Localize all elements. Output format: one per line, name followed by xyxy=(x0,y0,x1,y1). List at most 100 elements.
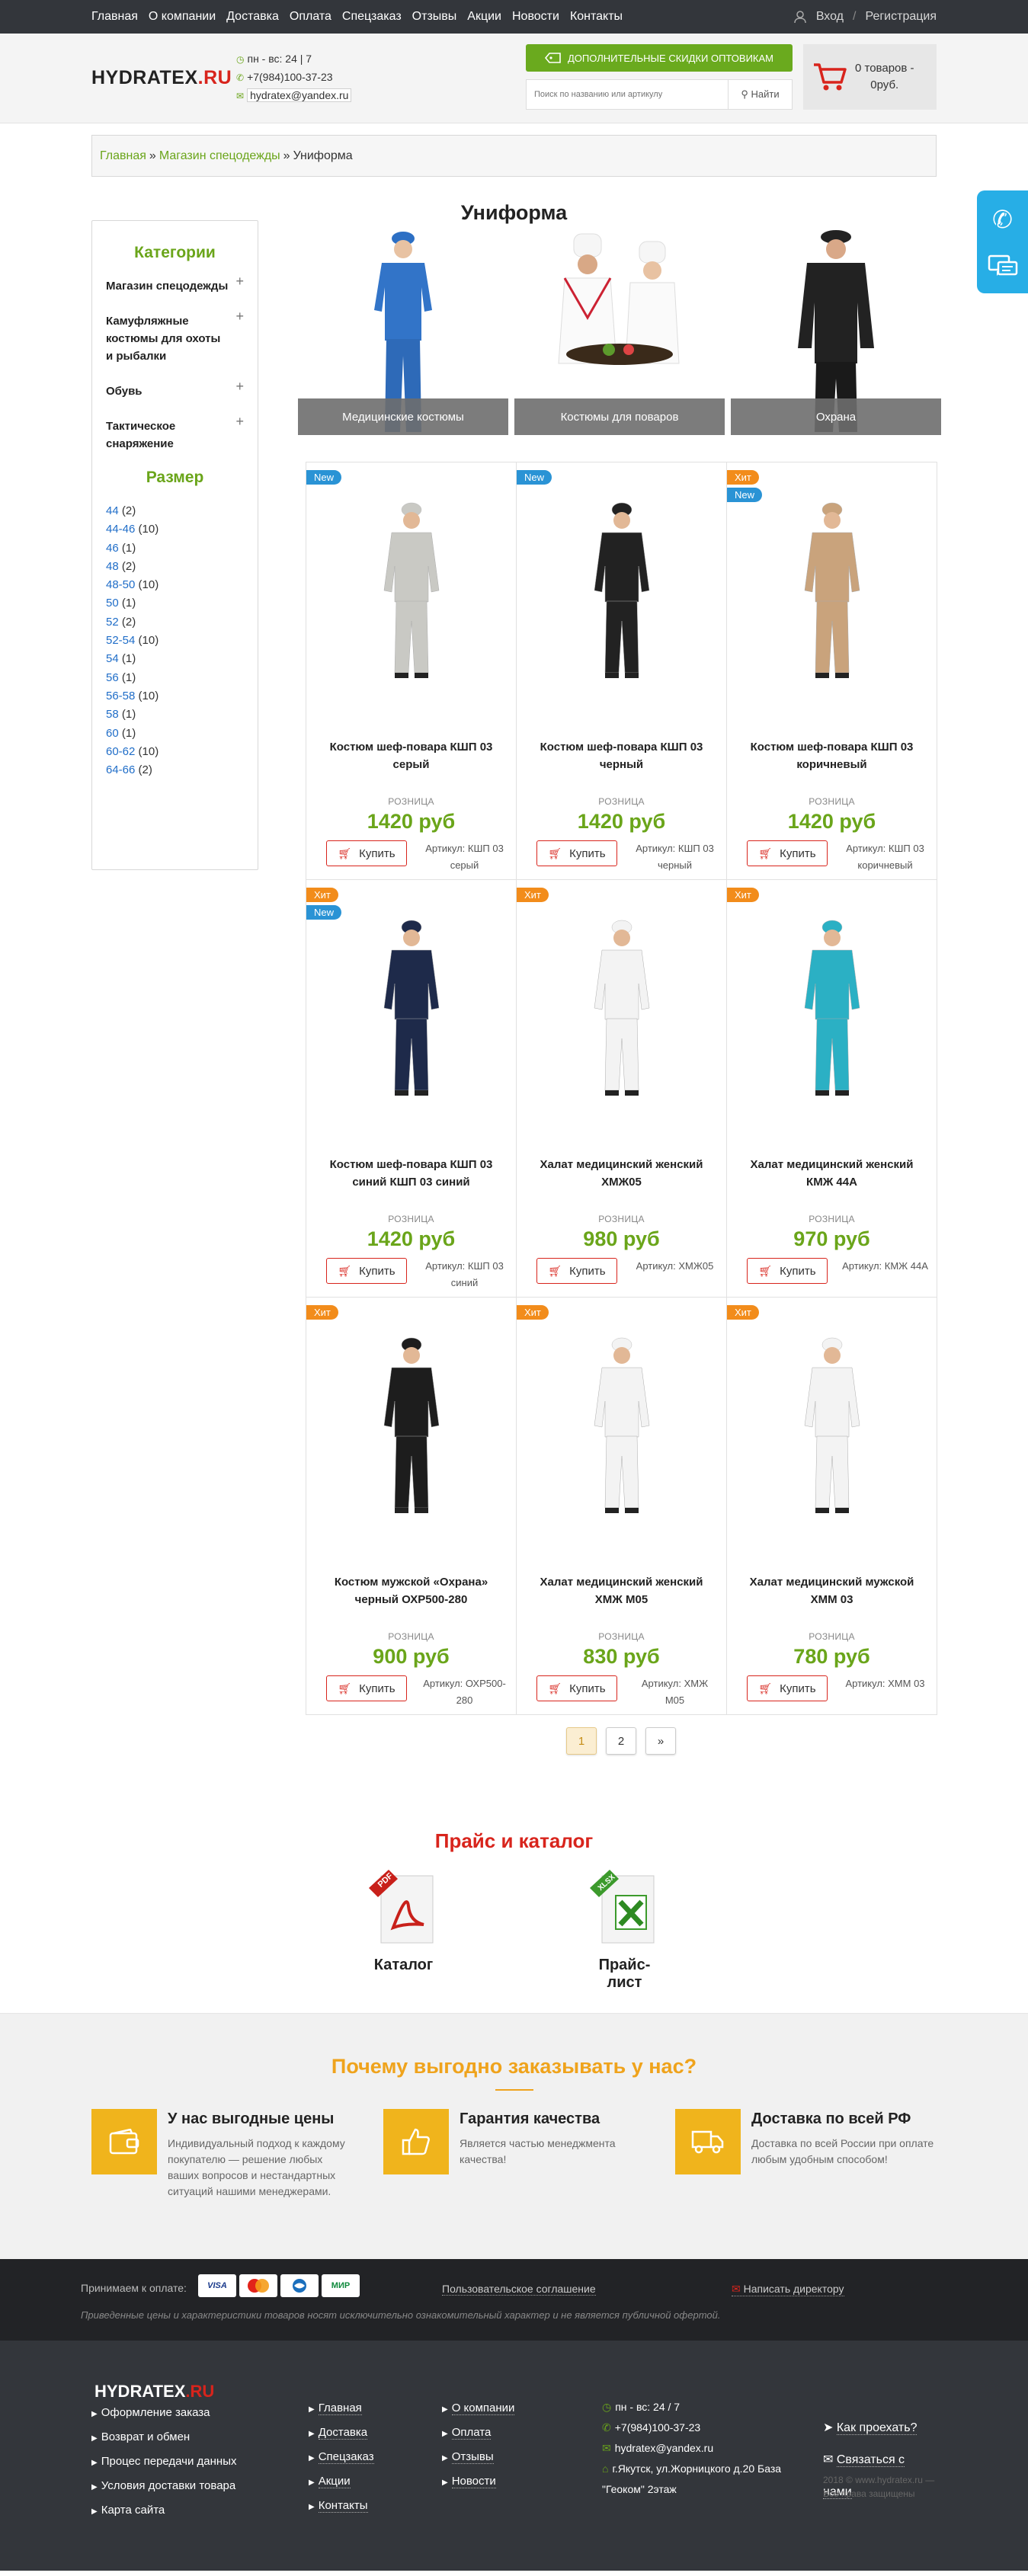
product-name[interactable]: Халат медицинский женский ХМЖ М05 xyxy=(532,1573,711,1608)
buy-button[interactable]: 🛒︎ Купить xyxy=(536,840,617,866)
product-card[interactable]: Хит Халат медицинский женский ХМЖ05 РОЗНИЦ… xyxy=(517,880,727,1298)
size-filter-item[interactable]: 52 (2) xyxy=(106,613,244,632)
footer-link[interactable]: Оформление заказа xyxy=(101,2406,210,2419)
size-filter-item[interactable]: 48 (2) xyxy=(106,558,244,576)
subcategory-security[interactable]: Охрана xyxy=(731,226,941,435)
chat-icon[interactable] xyxy=(988,254,1018,279)
footer-link[interactable]: Новости xyxy=(451,2475,496,2488)
expand-icon[interactable]: + xyxy=(235,413,244,430)
product-name[interactable]: Халат медицинский женский ХМЖ05 xyxy=(532,1156,711,1191)
size-link[interactable]: 48 xyxy=(106,560,119,573)
product-card[interactable]: New Костюм шеф-повара КШП 03 серый РОЗНИЦА… xyxy=(306,462,517,880)
breadcrumb-shop[interactable]: Магазин спецодежды xyxy=(159,149,280,163)
footer-email[interactable]: hydratex@yandex.ru xyxy=(615,2442,713,2454)
size-link[interactable]: 54 xyxy=(106,652,119,665)
footer-link[interactable]: Доставка xyxy=(318,2426,368,2440)
footer-link[interactable]: Условия доставки товара xyxy=(101,2479,236,2492)
top-nav-reviews[interactable]: Отзывы xyxy=(412,10,457,24)
sidebar-category-footwear[interactable]: Обувь + xyxy=(106,379,244,400)
product-card[interactable]: Хит Халат медицинский мужской ХММ 03 РОЗНИ… xyxy=(727,1298,937,1715)
top-nav-about[interactable]: О компании xyxy=(149,10,216,24)
size-link[interactable]: 50 xyxy=(106,597,119,610)
buy-button[interactable]: 🛒︎ Купить xyxy=(747,1675,828,1701)
footer-link[interactable]: Спецзаказ xyxy=(318,2450,374,2464)
product-name[interactable]: Костюм шеф-повара КШП 03 синий КШП 03 си… xyxy=(322,1156,501,1191)
size-link[interactable]: 60-62 xyxy=(106,745,135,758)
search-input[interactable] xyxy=(526,79,729,110)
size-link[interactable]: 46 xyxy=(106,542,119,555)
cart-widget[interactable]: 0 товаров - 0руб. xyxy=(803,44,937,110)
size-filter-item[interactable]: 56 (1) xyxy=(106,669,244,687)
header-email[interactable]: hydratex@yandex.ru xyxy=(247,88,352,102)
product-name[interactable]: Костюм шеф-повара КШП 03 коричневый xyxy=(742,738,921,773)
size-filter-item[interactable]: 60 (1) xyxy=(106,725,244,743)
size-filter-item[interactable]: 60-62 (10) xyxy=(106,743,244,761)
pricelist-download[interactable]: XLSX Прайс-лист xyxy=(583,1868,667,1992)
wholesale-discount-button[interactable]: ДОПОЛНИТЕЛЬНЫЕ СКИДКИ ОПТОВИКАМ xyxy=(526,44,793,72)
page-1-button[interactable]: 1 xyxy=(566,1727,597,1755)
login-link[interactable]: Вход xyxy=(816,10,844,24)
next-page-button[interactable]: » xyxy=(645,1727,676,1755)
catalog-download[interactable]: PDF Каталог xyxy=(362,1868,446,1992)
user-agreement-link[interactable]: Пользовательское соглашение xyxy=(442,2283,596,2296)
size-filter-item[interactable]: 58 (1) xyxy=(106,706,244,724)
site-logo[interactable]: HYDRATEX.RU xyxy=(91,67,232,89)
buy-button[interactable]: 🛒︎ Купить xyxy=(747,1258,828,1284)
size-link[interactable]: 58 xyxy=(106,708,119,721)
product-card[interactable]: Хит New Костюм шеф-повара КШП 03 коричневы… xyxy=(727,462,937,880)
subcategory-medical[interactable]: Медицинские костюмы xyxy=(298,226,508,435)
size-link[interactable]: 48-50 xyxy=(106,578,135,591)
footer-link[interactable]: Оплата xyxy=(451,2426,492,2440)
search-button[interactable]: ⚲ Найти xyxy=(729,79,793,110)
size-link[interactable]: 44 xyxy=(106,504,119,517)
write-director-link[interactable]: ✉ Написать директору xyxy=(732,2283,844,2296)
expand-icon[interactable]: + xyxy=(235,308,244,325)
product-name[interactable]: Костюм шеф-повара КШП 03 черный xyxy=(532,738,711,773)
footer-link[interactable]: Процес передачи данных xyxy=(101,2455,237,2468)
size-link[interactable]: 56 xyxy=(106,671,119,684)
phone-callback-icon[interactable]: ✆ xyxy=(992,205,1013,234)
footer-phone[interactable]: +7(984)100-37-23 xyxy=(615,2421,700,2434)
page-2-button[interactable]: 2 xyxy=(606,1727,636,1755)
size-filter-item[interactable]: 46 (1) xyxy=(106,539,244,558)
sidebar-category-workwear-shop[interactable]: Магазин спецодежды + xyxy=(106,274,244,295)
footer-link[interactable]: О компании xyxy=(451,2402,515,2415)
top-nav-special-order[interactable]: Спецзаказ xyxy=(342,10,402,24)
buy-button[interactable]: 🛒︎ Купить xyxy=(326,1258,407,1284)
top-nav-news[interactable]: Новости xyxy=(512,10,559,24)
size-filter-item[interactable]: 52-54 (10) xyxy=(106,632,244,650)
sidebar-category-tactical[interactable]: Тактическое снаряжение + xyxy=(106,414,244,453)
footer-link[interactable]: Главная xyxy=(318,2402,362,2415)
top-nav-home[interactable]: Главная xyxy=(91,10,138,24)
size-filter-item[interactable]: 44-46 (10) xyxy=(106,520,244,539)
top-nav-promotions[interactable]: Акции xyxy=(467,10,501,24)
product-card[interactable]: New Костюм шеф-повара КШП 03 черный РОЗНИЦ… xyxy=(517,462,727,880)
expand-icon[interactable]: + xyxy=(235,378,244,395)
expand-icon[interactable]: + xyxy=(235,273,244,290)
subcategory-chef[interactable]: Костюмы для поваров xyxy=(514,226,725,435)
top-nav-payment[interactable]: Оплата xyxy=(290,10,331,24)
buy-button[interactable]: 🛒︎ Купить xyxy=(326,1675,407,1701)
product-name[interactable]: Костюм шеф-повара КШП 03 серый xyxy=(322,738,501,773)
product-card[interactable]: Хит Халат медицинский женский ХМЖ М05 РОЗН… xyxy=(517,1298,727,1715)
route-link[interactable]: Как проехать? xyxy=(836,2421,918,2435)
header-phone[interactable]: +7(984)100-37-23 xyxy=(247,71,332,83)
size-filter-item[interactable]: 44 (2) xyxy=(106,502,244,520)
buy-button[interactable]: 🛒︎ Купить xyxy=(536,1258,617,1284)
size-filter-item[interactable]: 64-66 (2) xyxy=(106,761,244,779)
footer-logo[interactable]: HYDRATEX.RU xyxy=(94,2382,214,2402)
size-filter-item[interactable]: 56-58 (10) xyxy=(106,687,244,706)
product-card[interactable]: Хит Халат медицинский женский КМЖ 44А РОЗН… xyxy=(727,880,937,1298)
size-link[interactable]: 52-54 xyxy=(106,634,135,647)
footer-link[interactable]: Акции xyxy=(318,2475,351,2488)
size-link[interactable]: 52 xyxy=(106,616,119,629)
size-link[interactable]: 44-46 xyxy=(106,523,135,536)
product-name[interactable]: Халат медицинский женский КМЖ 44А xyxy=(742,1156,921,1191)
product-name[interactable]: Костюм мужской «Охрана» черный ОХР500-28… xyxy=(322,1573,501,1608)
buy-button[interactable]: 🛒︎ Купить xyxy=(536,1675,617,1701)
size-filter-item[interactable]: 50 (1) xyxy=(106,594,244,613)
footer-link[interactable]: Отзывы xyxy=(451,2450,494,2464)
product-card[interactable]: Хит New Костюм шеф-повара КШП 03 синий КШП… xyxy=(306,880,517,1298)
sidebar-category-camouflage[interactable]: Камуфляжные костюмы для охоты и рыбалки + xyxy=(106,309,244,365)
footer-link[interactable]: Контакты xyxy=(318,2499,368,2513)
